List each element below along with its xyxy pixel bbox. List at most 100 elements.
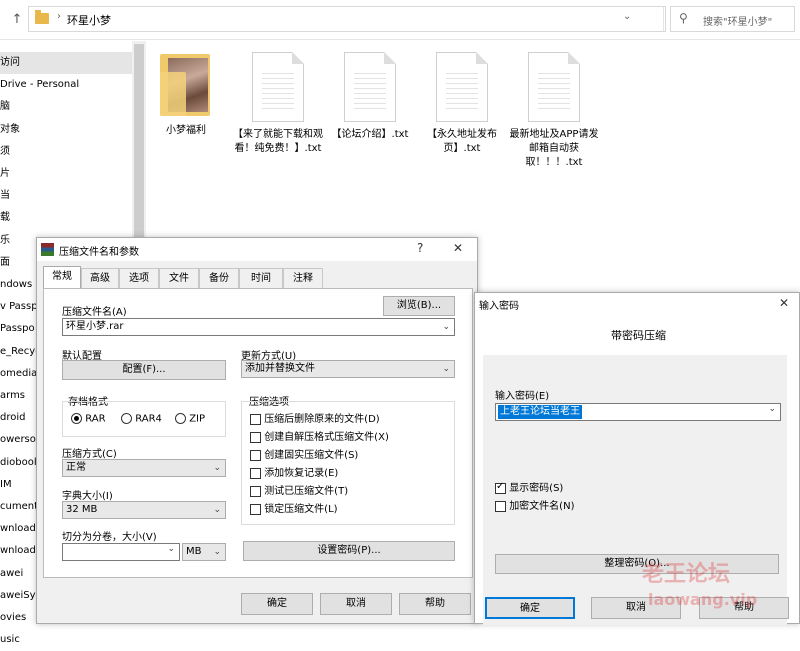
close-icon[interactable]: ✕ bbox=[779, 296, 789, 310]
option-label: 添加恢复记录(E) bbox=[264, 468, 339, 479]
dict-size-value: 32 MB bbox=[66, 504, 98, 515]
update-mode-select[interactable]: 添加并替换文件 ⌄ bbox=[241, 360, 455, 378]
file-name: 【来了就能下载和观看！纯免费！】.txt bbox=[233, 129, 323, 154]
archive-name-label: 压缩文件名(A) bbox=[62, 307, 127, 318]
winrar-icon bbox=[41, 243, 54, 256]
tab-general[interactable]: 常规 bbox=[43, 266, 81, 289]
checkbox[interactable] bbox=[250, 449, 261, 461]
option-label: 测试已压缩文件(T) bbox=[264, 486, 349, 497]
option-recovery[interactable]: 添加恢复记录(E) bbox=[250, 464, 338, 479]
method-select[interactable]: 正常 ⌄ bbox=[62, 459, 226, 477]
sidebar-item[interactable]: 片 bbox=[0, 163, 132, 185]
show-password-option[interactable]: 显示密码(S) bbox=[495, 479, 563, 494]
radio-button[interactable] bbox=[71, 413, 82, 424]
sidebar-item[interactable]: usic bbox=[0, 629, 132, 651]
tab-advanced[interactable]: 高级 bbox=[81, 268, 119, 288]
chevron-down-icon[interactable]: ⌄ bbox=[768, 404, 776, 414]
password-value[interactable]: 上老王论坛当老王 bbox=[498, 405, 582, 419]
option-test[interactable]: 测试已压缩文件(T) bbox=[250, 482, 348, 497]
ok-button[interactable]: 确定 bbox=[485, 597, 575, 619]
chevron-down-icon[interactable]: ⌄ bbox=[213, 544, 221, 560]
checkbox[interactable] bbox=[250, 413, 261, 425]
checkbox[interactable] bbox=[250, 485, 261, 497]
search-icon: ⚲ bbox=[679, 11, 688, 25]
option-delete-after[interactable]: 压缩后删除原来的文件(D) bbox=[250, 410, 380, 425]
address-bar[interactable]: › 环星小梦 ⌄ ↻ bbox=[28, 6, 683, 32]
chevron-down-icon[interactable]: ⌄ bbox=[213, 502, 221, 518]
sidebar-item[interactable]: 访问 bbox=[0, 52, 132, 74]
up-arrow-icon[interactable]: ↑ bbox=[6, 9, 28, 31]
cancel-button[interactable]: 取消 bbox=[320, 593, 392, 615]
file-item[interactable]: 【来了就能下载和观看！纯免费！】.txt bbox=[230, 52, 326, 156]
radio-zip[interactable]: ZIP bbox=[175, 413, 205, 425]
radio-zip-label: ZIP bbox=[189, 413, 206, 425]
sidebar-item[interactable]: 须 bbox=[0, 141, 132, 163]
tab-time[interactable]: 时间 bbox=[239, 268, 283, 288]
general-panel: 压缩文件名(A) 浏览(B)... 环星小梦.rar ⌄ 默认配置 配置(F).… bbox=[43, 288, 473, 578]
dialog-titlebar[interactable]: 压缩文件名和参数 ? ✕ bbox=[37, 238, 477, 261]
dict-size-select[interactable]: 32 MB ⌄ bbox=[62, 501, 226, 519]
file-item[interactable]: 最新地址及APP请发邮箱自动获取！！！.txt bbox=[506, 52, 602, 170]
tab-options[interactable]: 选项 bbox=[119, 268, 159, 288]
file-name: 最新地址及APP请发邮箱自动获取！！！.txt bbox=[509, 129, 599, 168]
file-item[interactable]: 小梦福利 bbox=[138, 52, 234, 138]
checkbox[interactable] bbox=[495, 481, 506, 494]
split-unit-select[interactable]: MB ⌄ bbox=[182, 543, 226, 561]
option-label: 压缩后删除原来的文件(D) bbox=[264, 414, 380, 425]
checkbox[interactable] bbox=[250, 431, 261, 443]
search-placeholder: 搜索"环星小梦" bbox=[703, 17, 773, 28]
checkbox[interactable] bbox=[495, 500, 506, 512]
sidebar-item[interactable]: 载 bbox=[0, 207, 132, 229]
encrypt-names-option[interactable]: 加密文件名(N) bbox=[495, 497, 574, 512]
sidebar-item[interactable]: Drive - Personal bbox=[0, 74, 132, 96]
tab-backup[interactable]: 备份 bbox=[199, 268, 239, 288]
checkbox[interactable] bbox=[250, 467, 261, 479]
file-item[interactable]: 【论坛介绍】.txt bbox=[322, 52, 418, 142]
checkbox[interactable] bbox=[250, 503, 261, 515]
chevron-down-icon[interactable]: ⌄ bbox=[213, 460, 221, 476]
chevron-down-icon[interactable]: ⌄ bbox=[442, 319, 450, 335]
split-unit-value: MB bbox=[186, 546, 202, 557]
archive-format-group: RAR RAR4 ZIP bbox=[62, 401, 226, 437]
address-toolbar: ↑ › 环星小梦 ⌄ ↻ ⚲ 搜索"环星小梦" bbox=[0, 0, 800, 40]
profiles-button[interactable]: 配置(F)... bbox=[62, 360, 226, 380]
chevron-down-icon[interactable]: ⌄ bbox=[442, 361, 450, 377]
password-dialog: 输入密码 ✕ 带密码压缩 输入密码(E) 上老王论坛当老王 ⌄ 显示密码(S) … bbox=[474, 292, 800, 625]
radio-button[interactable] bbox=[121, 413, 132, 424]
ok-button[interactable]: 确定 bbox=[241, 593, 313, 615]
dialog-titlebar[interactable]: 输入密码 ✕ bbox=[475, 293, 799, 315]
dialog-heading: 带密码压缩 bbox=[611, 329, 666, 342]
chevron-right-icon[interactable]: › bbox=[57, 11, 61, 22]
text-file-icon bbox=[528, 52, 580, 122]
help-icon[interactable]: ? bbox=[417, 241, 423, 255]
help-button[interactable]: 帮助 bbox=[399, 593, 471, 615]
watermark-url: laowang.vip bbox=[648, 590, 758, 609]
tab-comment[interactable]: 注释 bbox=[283, 268, 323, 288]
option-lock[interactable]: 锁定压缩文件(L) bbox=[250, 500, 338, 515]
tab-files[interactable]: 文件 bbox=[159, 268, 199, 288]
sidebar-item[interactable]: 脑 bbox=[0, 96, 132, 118]
radio-button[interactable] bbox=[175, 413, 186, 424]
option-sfx[interactable]: 创建自解压格式压缩文件(X) bbox=[250, 428, 389, 443]
browse-button[interactable]: 浏览(B)... bbox=[383, 296, 455, 316]
sidebar-item[interactable]: 当 bbox=[0, 185, 132, 207]
chevron-down-icon[interactable]: ⌄ bbox=[623, 11, 631, 22]
update-mode-value: 添加并替换文件 bbox=[245, 363, 315, 374]
radio-rar[interactable]: RAR bbox=[71, 413, 106, 425]
archive-name-field[interactable]: 环星小梦.rar ⌄ bbox=[62, 318, 455, 336]
organize-passwords-button[interactable]: 整理密码(O)... bbox=[495, 554, 779, 574]
sidebar-item[interactable]: 对象 bbox=[0, 119, 132, 141]
set-password-button[interactable]: 设置密码(P)... bbox=[243, 541, 455, 561]
address-path[interactable]: 环星小梦 bbox=[67, 12, 111, 28]
password-field[interactable]: 上老王论坛当老王 ⌄ bbox=[495, 403, 781, 421]
encrypt-names-label: 加密文件名(N) bbox=[509, 501, 575, 512]
file-name: 【永久地址发布页】.txt bbox=[427, 129, 497, 154]
radio-rar4[interactable]: RAR4 bbox=[121, 413, 162, 425]
split-size-field[interactable]: ⌄ bbox=[62, 543, 180, 561]
close-icon[interactable]: ✕ bbox=[453, 241, 463, 255]
option-label: 创建固实压缩文件(S) bbox=[264, 450, 359, 461]
option-solid[interactable]: 创建固实压缩文件(S) bbox=[250, 446, 358, 461]
search-input[interactable]: ⚲ 搜索"环星小梦" bbox=[670, 6, 795, 32]
file-item[interactable]: 【永久地址发布页】.txt bbox=[414, 52, 510, 156]
chevron-down-icon[interactable]: ⌄ bbox=[167, 544, 175, 554]
